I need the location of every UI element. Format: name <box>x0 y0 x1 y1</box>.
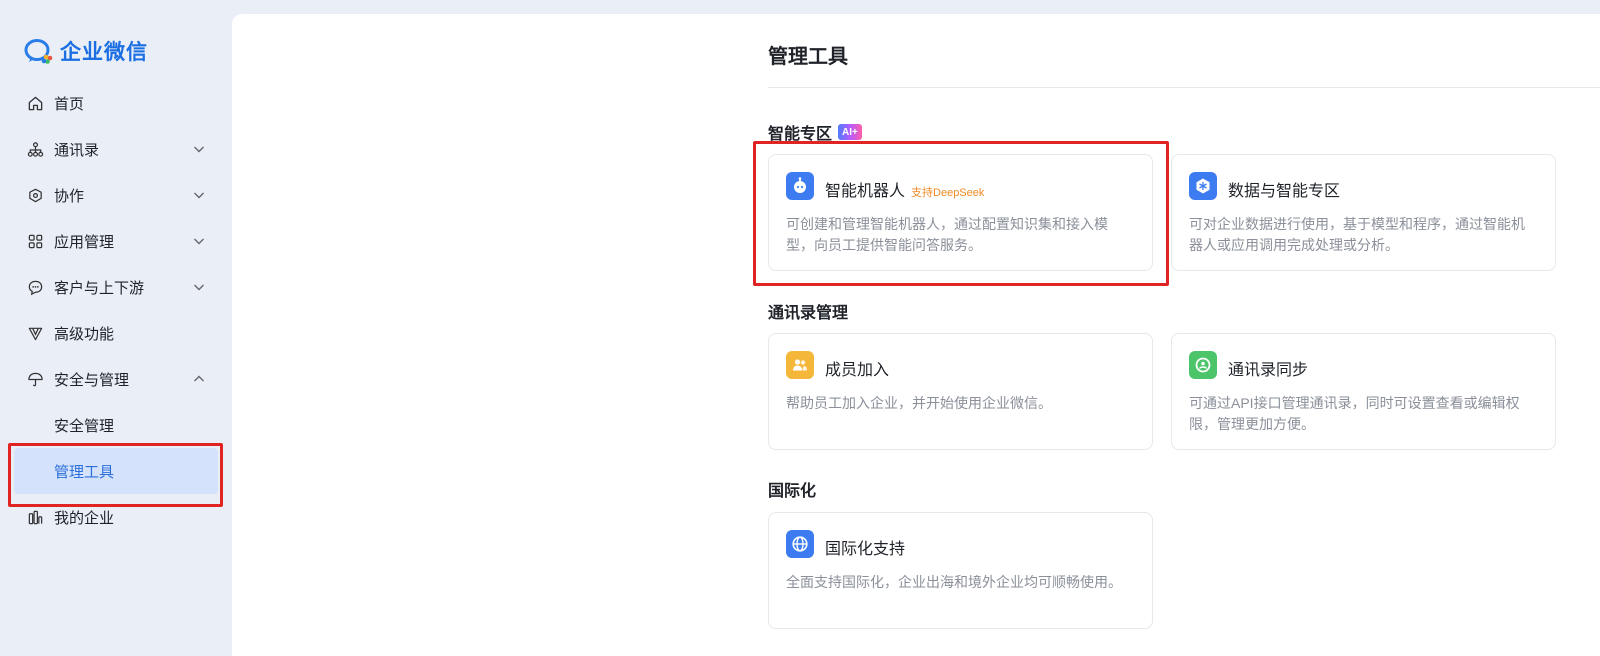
section-title-text: 国际化 <box>768 483 817 500</box>
robot-icon <box>786 172 814 200</box>
sidebar-item-label: 客户与上下游 <box>54 279 145 297</box>
collab-icon <box>26 186 44 204</box>
data-icon <box>1189 172 1217 200</box>
sync-icon <box>1189 351 1217 379</box>
card-title-text: 数据与智能专区 <box>1228 183 1341 200</box>
card-contacts-sync[interactable]: 通讯录同步 可通过API接口管理通讯录，同时可设置查看或编辑权限，管理更加方便。 <box>1171 333 1556 450</box>
home-icon <box>26 94 44 112</box>
chat-icon <box>26 278 44 296</box>
card-i18n-support[interactable]: 国际化支持 全面支持国际化，企业出海和境外企业均可顺畅使用。 <box>768 512 1153 629</box>
chevron-down-icon[interactable] <box>192 280 206 294</box>
card-description: 全面支持国际化，企业出海和境外企业均可顺畅使用。 <box>786 574 1122 590</box>
app-window: 企业微信 首页 通讯录 协作 应用管理 客户与上下游 高级功能 安全与管理 安全… <box>0 0 1600 656</box>
card-title-text: 通讯录同步 <box>1228 362 1309 379</box>
sidebar-item-customers[interactable]: 客户与上下游 <box>0 264 232 310</box>
section-title-text: 通讯录管理 <box>768 305 849 322</box>
section-title-i18n: 国际化 <box>768 477 816 501</box>
chevron-up-icon[interactable] <box>192 372 206 386</box>
sidebar-item-label: 安全与管理 <box>54 371 130 389</box>
umbrella-icon <box>26 370 44 388</box>
card-title-text: 国际化支持 <box>825 541 906 558</box>
apps-icon <box>26 232 44 250</box>
card-title: 通讯录同步 <box>1228 356 1308 380</box>
sidebar-item-my-company[interactable]: 我的企业 <box>0 494 232 540</box>
brand-name: 企业微信 <box>60 41 148 64</box>
ai-badge: AI+ <box>838 124 862 140</box>
card-description: 可通过API接口管理通讯录，同时可设置查看或编辑权限，管理更加方便。 <box>1189 395 1520 432</box>
section-title-contacts: 通讯录管理 <box>768 299 848 323</box>
sidebar-item-label: 安全管理 <box>54 417 115 435</box>
chevron-down-icon[interactable] <box>192 188 206 202</box>
org-icon <box>26 140 44 158</box>
brand[interactable]: 企业微信 <box>24 36 148 66</box>
page-title: 管理工具 <box>768 46 848 68</box>
sidebar-nav: 首页 通讯录 协作 应用管理 客户与上下游 高级功能 安全与管理 安全管理 管理… <box>0 80 232 540</box>
card-description: 可对企业数据进行使用，基于模型和程序，通过智能机器人或应用调用完成处理或分析。 <box>1189 216 1525 253</box>
advanced-icon <box>26 324 44 342</box>
title-divider <box>768 87 1600 88</box>
sidebar-item-apps[interactable]: 应用管理 <box>0 218 232 264</box>
card-title: 成员加入 <box>825 356 889 380</box>
company-icon <box>26 508 44 526</box>
wecom-logo-icon <box>24 39 53 64</box>
sidebar-subitem-admin-tools[interactable]: 管理工具 <box>14 448 218 494</box>
card-title: 智能机器人 支持DeepSeek <box>825 177 984 201</box>
card-description: 帮助员工加入企业，并开始使用企业微信。 <box>786 395 1052 411</box>
sidebar-item-collab[interactable]: 协作 <box>0 172 232 218</box>
sidebar-item-label: 我的企业 <box>54 509 115 527</box>
sidebar-item-label: 高级功能 <box>54 325 115 343</box>
member-join-icon <box>786 351 814 379</box>
section-title-ai: 智能专区 AI+ <box>768 120 862 144</box>
sidebar-item-home[interactable]: 首页 <box>0 80 232 126</box>
sidebar-item-label: 应用管理 <box>54 233 115 251</box>
main-panel: 管理工具 智能专区 AI+ 智能机器人 支持DeepSeek 可创建和管理智能机… <box>232 14 1600 656</box>
sidebar-item-contacts[interactable]: 通讯录 <box>0 126 232 172</box>
deepseek-tag: 支持DeepSeek <box>911 187 985 199</box>
card-data-ai-zone[interactable]: 数据与智能专区 可对企业数据进行使用，基于模型和程序，通过智能机器人或应用调用完… <box>1171 154 1556 271</box>
section-title-text: 智能专区 <box>768 126 833 143</box>
chevron-down-icon[interactable] <box>192 142 206 156</box>
card-title: 国际化支持 <box>825 535 905 559</box>
sidebar-item-advanced[interactable]: 高级功能 <box>0 310 232 356</box>
sidebar-item-label: 管理工具 <box>54 463 115 481</box>
sidebar-subitem-security-management[interactable]: 安全管理 <box>0 402 232 448</box>
sidebar-item-label: 协作 <box>54 187 85 205</box>
card-smart-robot[interactable]: 智能机器人 支持DeepSeek 可创建和管理智能机器人，通过配置知识集和接入模… <box>768 154 1153 271</box>
sidebar: 企业微信 首页 通讯录 协作 应用管理 客户与上下游 高级功能 安全与管理 安全… <box>0 0 232 656</box>
sidebar-item-label: 首页 <box>54 95 85 113</box>
sidebar-item-label: 通讯录 <box>54 141 100 159</box>
card-member-join[interactable]: 成员加入 帮助员工加入企业，并开始使用企业微信。 <box>768 333 1153 450</box>
chevron-down-icon[interactable] <box>192 234 206 248</box>
globe-icon <box>786 530 814 558</box>
card-title-text: 成员加入 <box>825 362 890 379</box>
sidebar-item-security-admin[interactable]: 安全与管理 <box>0 356 232 402</box>
card-description: 可创建和管理智能机器人，通过配置知识集和接入模型，向员工提供智能问答服务。 <box>786 216 1108 253</box>
card-title: 数据与智能专区 <box>1228 177 1340 201</box>
card-title-text: 智能机器人 <box>825 183 906 200</box>
